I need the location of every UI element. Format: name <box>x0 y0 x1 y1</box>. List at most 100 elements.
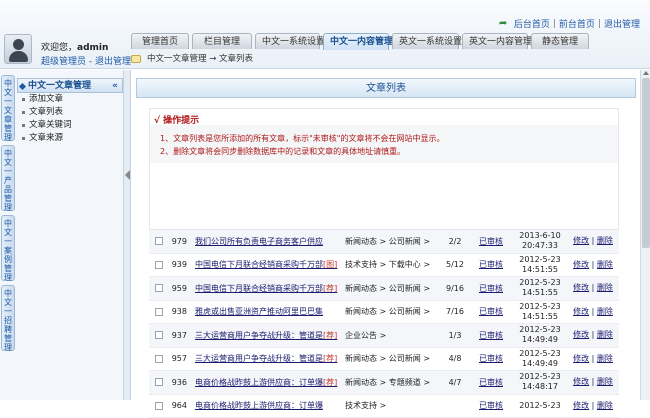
vertical-tab-strip: 中文一文章管理 中文一产品管理 中文一案例管理 中文一招聘管理 <box>1 75 15 355</box>
row-status[interactable]: 已审核 <box>471 377 511 388</box>
delete-link[interactable]: 删除 <box>597 401 613 410</box>
row-status[interactable]: 已审核 <box>471 236 511 247</box>
site-home-link[interactable]: 前台首页 <box>559 17 595 30</box>
row-id: 959 <box>169 284 191 293</box>
top-links: ➦ 后台首页 | 前台首页 | 退出管理 <box>499 17 640 30</box>
vtab-product-management[interactable]: 中文一产品管理 <box>1 145 15 211</box>
row-id: 957 <box>169 354 191 363</box>
delete-link[interactable]: 删除 <box>597 236 613 245</box>
row-count: 9/16 <box>439 284 471 293</box>
row-title-text[interactable]: 我们公司所有负责电子商务客户供应 <box>195 237 323 246</box>
delete-link[interactable]: 删除 <box>597 307 613 316</box>
row-datetime: 2012-5-2314:51:55 <box>511 278 569 298</box>
row-title[interactable]: 电商价格战昨鼓上游供应商：订单爆[荐] <box>191 377 339 388</box>
row-title[interactable]: 我们公司所有负责电子商务客户供应 <box>191 236 339 247</box>
row-checkbox[interactable] <box>155 331 163 339</box>
row-title[interactable]: 电商价格战昨鼓上游供应商：订单爆 <box>191 400 339 411</box>
scrollbar-thumb[interactable] <box>642 78 650 248</box>
nav-section-header[interactable]: 中文一文章管理 « <box>17 78 123 93</box>
sidebar-item-article-keywords[interactable]: 文章关键词 <box>17 119 123 132</box>
edit-link[interactable]: 修改 <box>573 283 589 292</box>
row-title[interactable]: 中国电信下月联合经销商采购千万部[荐] <box>191 283 339 294</box>
row-title[interactable]: 三大运营商用户争夺战升级：管道是[荐] <box>191 330 339 341</box>
vtab-article-management[interactable]: 中文一文章管理 <box>1 75 15 141</box>
row-checkbox[interactable] <box>155 237 163 245</box>
row-tag: [荐] <box>323 331 337 340</box>
vtab-case-management[interactable]: 中文一案例管理 <box>1 215 15 281</box>
edit-link[interactable]: 修改 <box>573 236 589 245</box>
sidebar-splitter[interactable] <box>124 70 131 400</box>
row-title-text[interactable]: 电商价格战昨鼓上游供应商：订单爆 <box>195 378 323 387</box>
row-title[interactable]: 中国电信下月联合经销商采购千万部[图] <box>191 259 339 270</box>
collapse-arrow-icon[interactable] <box>125 170 130 180</box>
breadcrumb: 中文一文章管理 → 文章列表 <box>131 51 253 67</box>
row-status[interactable]: 已审核 <box>471 283 511 294</box>
row-title-text[interactable]: 三大运营商用户争夺战升级：管道是 <box>195 354 323 363</box>
row-checkbox[interactable] <box>155 402 163 410</box>
vtab-recruit-management[interactable]: 中文一招聘管理 <box>1 285 15 351</box>
row-checkbox[interactable] <box>155 284 163 292</box>
tab-en-content-management[interactable]: 英文一内容管理 <box>462 33 528 49</box>
page-title: 文章列表 <box>136 78 636 98</box>
row-count: 4/8 <box>439 354 471 363</box>
tab-column-management[interactable]: 栏目管理 <box>192 33 252 49</box>
row-title-text[interactable]: 三大运营商用户争夺战升级：管道是 <box>195 331 323 340</box>
table-row: 938 雅虎或出售亚洲资产推动阿里巴巴集 新闻动态 > 公司新闻 > 7/16 … <box>149 301 619 325</box>
edit-link[interactable]: 修改 <box>573 377 589 386</box>
row-title[interactable]: 三大运营商用户争夺战升级：管道是[荐] <box>191 353 339 364</box>
row-id: 964 <box>169 401 191 410</box>
main-content: 文章列表 √ 操作提示 1、文章列表是您所添加的所有文章，标示"未审核"的文章将… <box>131 70 650 400</box>
edit-link[interactable]: 修改 <box>573 401 589 410</box>
row-time: 14:51:55 <box>511 312 569 322</box>
scroll-up-arrow-icon[interactable] <box>643 71 649 75</box>
row-category: 企业公告 > <box>339 330 439 341</box>
row-datetime: 2013-6-1020:47:33 <box>511 231 569 251</box>
logout-link[interactable]: 退出管理 <box>604 17 640 30</box>
row-status[interactable]: 已审核 <box>471 259 511 270</box>
tab-admin-home[interactable]: 管理首页 <box>131 33 189 49</box>
row-status[interactable]: 已审核 <box>471 353 511 364</box>
edit-link[interactable]: 修改 <box>573 330 589 339</box>
sidebar-item-article-source[interactable]: 文章来源 <box>17 132 123 145</box>
row-checkbox[interactable] <box>155 378 163 386</box>
row-status[interactable]: 已审核 <box>471 330 511 341</box>
delete-link[interactable]: 删除 <box>597 260 613 269</box>
tab-static-management[interactable]: 静态管理 <box>531 33 589 49</box>
table-row: 936 电商价格战昨鼓上游供应商：订单爆[荐] 新闻动态 > 专题频道 > 4/… <box>149 371 619 395</box>
row-checkbox[interactable] <box>155 261 163 269</box>
row-actions: 修改 | 删除 <box>569 236 617 246</box>
delete-link[interactable]: 删除 <box>597 377 613 386</box>
row-date: 2012-5-23 <box>511 278 569 288</box>
logout-link-inline[interactable]: 退出管理 <box>95 57 131 67</box>
edit-link[interactable]: 修改 <box>573 354 589 363</box>
row-category: 新闻动态 > 公司新闻 > <box>339 236 439 247</box>
row-status[interactable]: 已审核 <box>471 306 511 317</box>
row-date: 2013-6-10 <box>511 231 569 241</box>
row-title-text[interactable]: 雅虎或出售亚洲资产推动阿里巴巴集 <box>195 307 323 316</box>
delete-link[interactable]: 删除 <box>597 330 613 339</box>
row-title-text[interactable]: 中国电信下月联合经销商采购千万部 <box>195 284 323 293</box>
row-checkbox[interactable] <box>155 308 163 316</box>
row-title-text[interactable]: 电商价格战昨鼓上游供应商：订单爆 <box>195 401 323 410</box>
admin-home-link[interactable]: 后台首页 <box>514 17 550 30</box>
table-row: 939 中国电信下月联合经销商采购千万部[图] 技术支持 > 下载中心 > 5/… <box>149 254 619 278</box>
delete-link[interactable]: 删除 <box>597 283 613 292</box>
scrollbar[interactable] <box>640 70 650 400</box>
sidebar-item-article-list[interactable]: 文章列表 <box>17 106 123 119</box>
row-status[interactable]: 已审核 <box>471 400 511 411</box>
delete-link[interactable]: 删除 <box>597 354 613 363</box>
tab-en-system-settings[interactable]: 英文一系统设置 <box>392 33 459 49</box>
row-id: 938 <box>169 307 191 316</box>
diamond-icon <box>19 83 26 90</box>
edit-link[interactable]: 修改 <box>573 307 589 316</box>
sidebar-item-add-article[interactable]: 添加文章 <box>17 93 123 106</box>
row-checkbox[interactable] <box>155 355 163 363</box>
tab-cn-content-management[interactable]: 中文一内容管理 <box>323 33 389 50</box>
tab-cn-system-settings[interactable]: 中文一系统设置 <box>255 33 320 49</box>
row-title-text[interactable]: 中国电信下月联合经销商采购千万部 <box>195 260 323 269</box>
edit-link[interactable]: 修改 <box>573 260 589 269</box>
collapse-icon[interactable]: « <box>112 79 118 94</box>
row-date: 2012-5-23 <box>511 325 569 335</box>
row-title[interactable]: 雅虎或出售亚洲资产推动阿里巴巴集 <box>191 306 339 317</box>
row-date: 2012-5-23 <box>511 401 569 411</box>
